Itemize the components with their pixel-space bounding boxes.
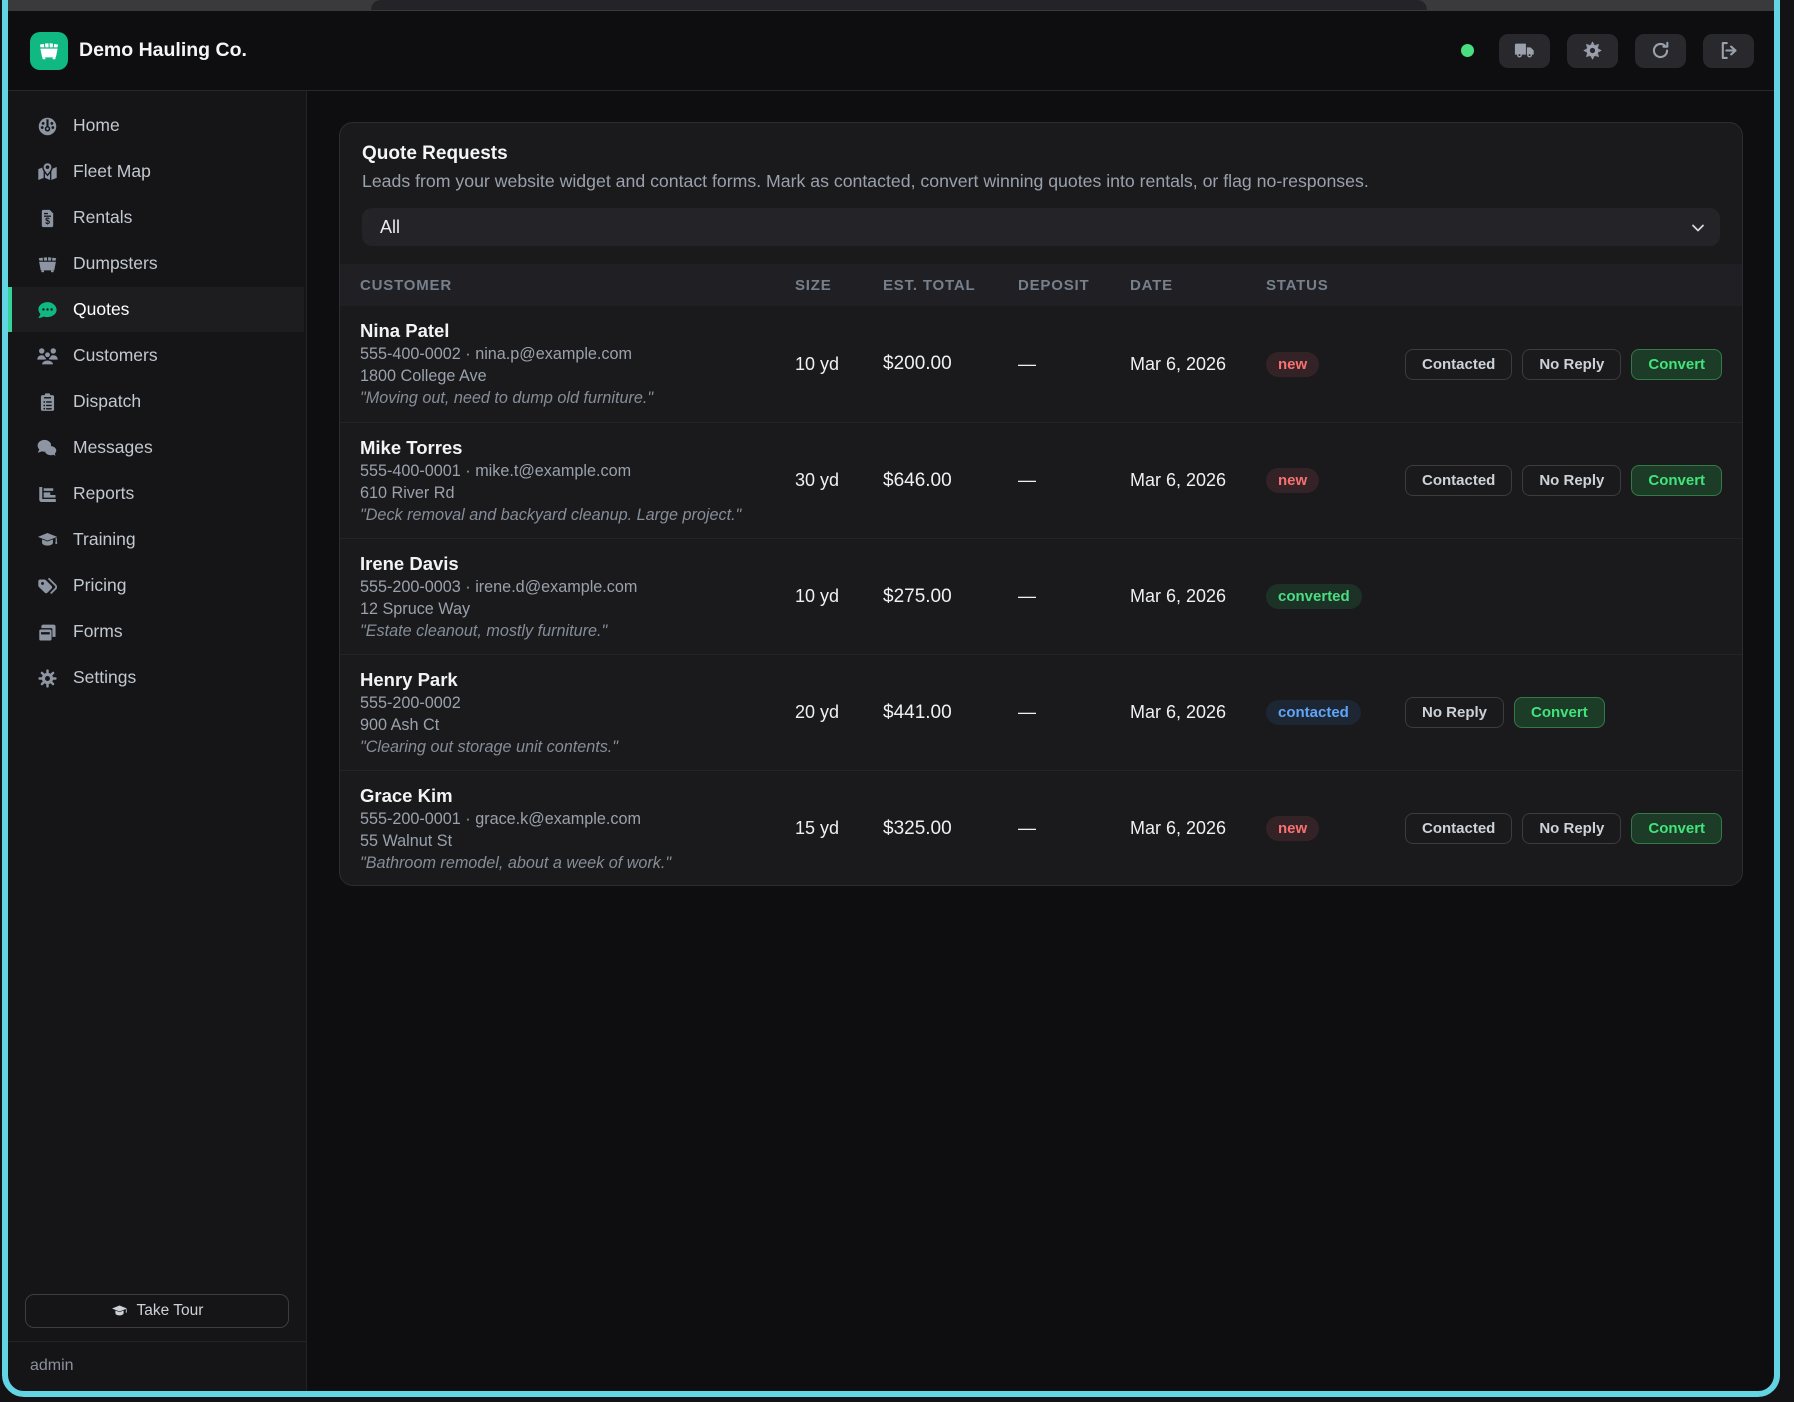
svg-text:$: $ — [45, 215, 50, 225]
